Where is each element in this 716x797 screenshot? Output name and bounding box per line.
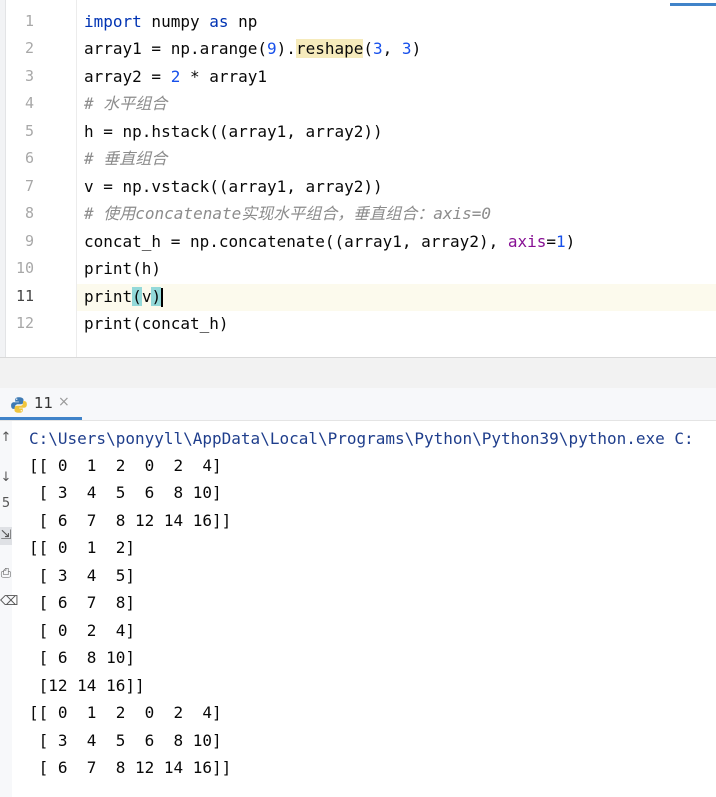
soft-wrap-icon[interactable]: ⇲ xyxy=(0,527,12,545)
line-number: 4 xyxy=(24,94,34,112)
keyword: as xyxy=(209,12,229,31)
code-text: = xyxy=(546,232,557,251)
console-output-line: [ 6 7 8 12 14 16]] xyxy=(29,758,232,777)
named-argument: axis xyxy=(507,232,547,251)
line-number: 9 xyxy=(24,232,34,250)
code-text: v xyxy=(141,287,152,306)
number-literal: 9 xyxy=(267,39,277,58)
code-text: np xyxy=(228,12,258,31)
code-text: ) xyxy=(411,39,422,58)
number-literal: 1 xyxy=(556,232,566,251)
console-toolbar: ↑ ↓ 5 ⇲ ⎙ ⌫ xyxy=(0,421,18,797)
console-output-line: [ 3 4 5 6 8 10] xyxy=(29,731,222,750)
number-literal: 3 xyxy=(401,39,412,58)
keyword: import xyxy=(84,12,142,31)
code-text: ) xyxy=(565,232,576,251)
scroll-marker xyxy=(670,3,716,6)
console-output-line: [ 6 7 8] xyxy=(29,593,135,612)
console-output-line: [ 3 4 5 6 8 10] xyxy=(29,483,222,502)
wrap-icon[interactable]: 5 xyxy=(0,495,12,513)
code-text: print xyxy=(84,287,133,306)
line-number: 6 xyxy=(24,149,34,167)
code-line[interactable]: array1 = np.arange(9).reshape(3, 3) xyxy=(84,35,421,62)
line-number-current: 11 xyxy=(15,287,34,305)
line-number-gutter[interactable]: 1 2 3 4 5 6 7 8 9 10 11 12 xyxy=(6,0,77,357)
current-line-highlight xyxy=(77,284,716,311)
code-line[interactable]: v = np.vstack((array1, array2)) xyxy=(84,173,383,200)
code-line-current[interactable]: print(v) xyxy=(84,283,164,310)
run-tab-bar: 11 × xyxy=(0,388,716,421)
code-comment[interactable]: # 使用concatenate实现水平组合，垂直组合：axis=0 xyxy=(84,200,491,227)
code-text: * array1 xyxy=(180,67,268,86)
trash-icon[interactable]: ⌫ xyxy=(0,593,18,611)
code-line[interactable]: array2 = 2 * array1 xyxy=(84,63,267,90)
run-tab[interactable]: 11 × xyxy=(0,388,82,420)
number-literal: 3 xyxy=(373,39,383,58)
line-number: 1 xyxy=(24,12,34,30)
line-number: 10 xyxy=(15,259,34,277)
panel-divider[interactable] xyxy=(0,357,716,388)
console-output-line: [ 6 7 8 12 14 16]] xyxy=(29,511,232,530)
code-text: , xyxy=(382,39,402,58)
matched-paren: ( xyxy=(132,287,142,306)
code-line[interactable]: concat_h = np.concatenate((array1, array… xyxy=(84,228,575,255)
line-number: 8 xyxy=(24,204,34,222)
console-output-line: [ 0 2 4] xyxy=(29,621,135,640)
code-text: ( xyxy=(363,39,374,58)
number-literal: 2 xyxy=(170,67,181,86)
console-output-line: [ 3 4 5] xyxy=(29,566,135,585)
line-number: 5 xyxy=(24,122,34,140)
code-line[interactable]: print(concat_h) xyxy=(84,310,229,337)
highlighted-method: reshape xyxy=(295,39,364,58)
up-arrow-icon[interactable]: ↑ xyxy=(0,429,12,447)
code-comment[interactable]: # 垂直组合 xyxy=(84,145,167,172)
console-output-line: [[ 0 1 2 0 2 4] xyxy=(29,703,222,722)
matched-paren: ) xyxy=(151,287,162,306)
code-line[interactable]: print(h) xyxy=(84,255,161,282)
line-number: 2 xyxy=(24,39,34,57)
console-output-line: [ 6 8 10] xyxy=(29,648,135,667)
python-icon xyxy=(11,397,27,413)
code-text: numpy xyxy=(141,12,210,31)
run-tab-label: 11 xyxy=(34,394,54,412)
print-icon[interactable]: ⎙ xyxy=(0,565,12,583)
text-caret xyxy=(161,288,164,307)
code-text: array2 = xyxy=(84,67,171,86)
console-command-line: C:\Users\ponyyll\AppData\Local\Programs\… xyxy=(29,429,694,448)
code-comment[interactable]: # 水平组合 xyxy=(84,90,167,117)
console-output-line: [12 14 16]] xyxy=(29,676,145,695)
line-number: 3 xyxy=(24,67,34,85)
close-icon[interactable]: × xyxy=(58,394,70,410)
code-text: array1 = np.arange( xyxy=(84,39,268,58)
code-text: ). xyxy=(276,39,296,58)
line-number: 12 xyxy=(15,314,34,332)
down-arrow-icon[interactable]: ↓ xyxy=(0,469,12,487)
code-text: concat_h = np.concatenate((array1, array… xyxy=(84,232,508,251)
code-editor[interactable]: 1 2 3 4 5 6 7 8 9 10 11 12 import numpy … xyxy=(0,0,716,357)
code-line[interactable]: import numpy as np xyxy=(84,8,257,35)
run-console[interactable]: ↑ ↓ 5 ⇲ ⎙ ⌫ C:\Users\ponyyll\AppData\Loc… xyxy=(0,421,716,797)
code-line[interactable]: h = np.hstack((array1, array2)) xyxy=(84,118,383,145)
line-number: 7 xyxy=(24,177,34,195)
console-output-line: [[ 0 1 2] xyxy=(29,538,135,557)
console-output-line: [[ 0 1 2 0 2 4] xyxy=(29,456,222,475)
